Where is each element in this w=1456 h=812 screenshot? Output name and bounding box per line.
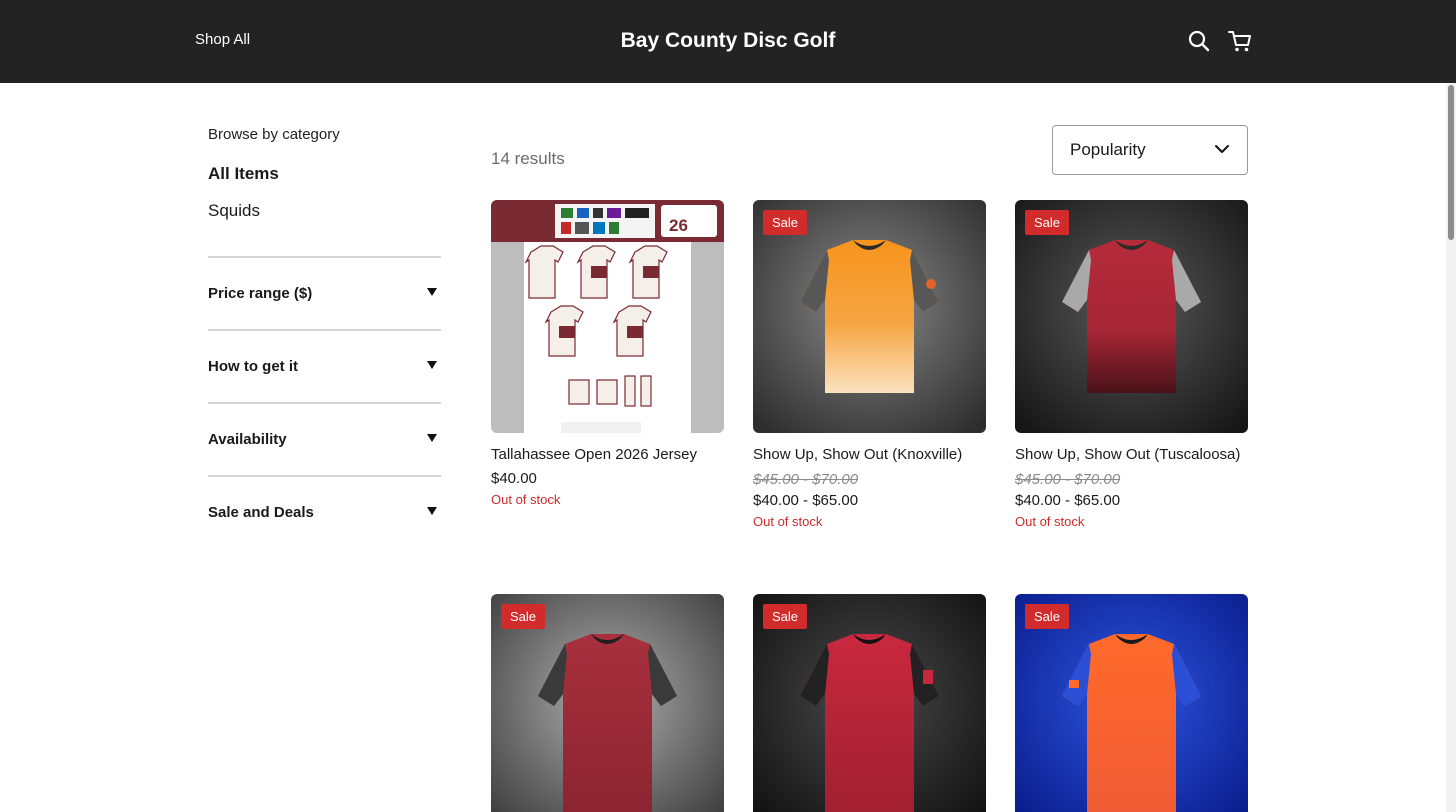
- original-price: $45.00 - $70.00: [753, 471, 859, 488]
- caret-down-icon: [427, 360, 437, 369]
- filter-availability[interactable]: Availability: [208, 402, 441, 475]
- product-image[interactable]: Sale: [491, 594, 724, 812]
- results-count: 14 results: [491, 149, 565, 168]
- caret-down-icon: [427, 433, 437, 442]
- product-card[interactable]: Sale: [491, 594, 724, 812]
- caret-down-icon: [427, 506, 437, 515]
- sort-dropdown[interactable]: Popularity: [1052, 125, 1248, 175]
- filter-how-to-get-it[interactable]: How to get it: [208, 329, 441, 402]
- category-squids[interactable]: Squids: [208, 201, 441, 221]
- stock-status: Out of stock: [1015, 514, 1085, 529]
- search-icon[interactable]: [1186, 28, 1212, 54]
- stock-status: Out of stock: [491, 492, 561, 507]
- sale-badge: Sale: [1025, 210, 1070, 235]
- stock-status: Out of stock: [753, 514, 823, 529]
- product-name[interactable]: Show Up, Show Out (Knoxville): [753, 446, 986, 463]
- cart-icon[interactable]: [1227, 28, 1253, 54]
- product-name[interactable]: Tallahassee Open 2026 Jersey: [491, 446, 724, 463]
- chevron-down-icon: [1214, 141, 1230, 159]
- product-card[interactable]: Sale: [753, 594, 986, 812]
- sale-badge: Sale: [763, 604, 808, 629]
- product-card[interactable]: Sale Show Up, Show Out (Knoxville) $45.0…: [753, 200, 986, 529]
- product-image[interactable]: Sale: [1015, 594, 1248, 812]
- product-name[interactable]: Show Up, Show Out (Tuscaloosa): [1015, 446, 1248, 463]
- category-all-items[interactable]: All Items: [208, 164, 441, 184]
- sort-selected-value: Popularity: [1070, 140, 1146, 159]
- filter-label: Availability: [208, 431, 287, 448]
- scrollbar-thumb[interactable]: [1448, 85, 1454, 240]
- product-price: $40.00: [491, 470, 537, 487]
- filter-label: Sale and Deals: [208, 504, 314, 521]
- filter-price-range[interactable]: Price range ($): [208, 256, 441, 329]
- product-price: $40.00 - $65.00: [1015, 492, 1121, 509]
- page-scrollbar[interactable]: [1446, 83, 1456, 812]
- svg-text:26: 26: [669, 216, 688, 235]
- filter-label: How to get it: [208, 358, 298, 375]
- filter-list: Price range ($) How to get it Availabili…: [208, 256, 441, 548]
- filter-sale-and-deals[interactable]: Sale and Deals: [208, 475, 441, 548]
- product-image[interactable]: Sale: [753, 594, 986, 812]
- browse-by-category-label: Browse by category: [208, 126, 340, 143]
- product-card[interactable]: Sale: [1015, 594, 1248, 812]
- product-card[interactable]: Sale Show Up, Show Out (Tuscaloosa) $45.…: [1015, 200, 1248, 529]
- sale-badge: Sale: [501, 604, 546, 629]
- site-header: Shop All Bay County Disc Golf: [0, 0, 1456, 83]
- sale-badge: Sale: [1025, 604, 1070, 629]
- product-card[interactable]: 26 Tallahassee Open 2026 Jersey $40.00 O…: [491, 200, 724, 507]
- category-sidebar: Browse by category All Items Squids Pric…: [208, 126, 441, 548]
- product-image[interactable]: Sale: [753, 200, 986, 433]
- product-image[interactable]: 26: [491, 200, 724, 433]
- original-price: $45.00 - $70.00: [1015, 471, 1121, 488]
- filter-label: Price range ($): [208, 285, 313, 302]
- product-image[interactable]: Sale: [1015, 200, 1248, 433]
- sale-badge: Sale: [763, 210, 808, 235]
- product-price: $40.00 - $65.00: [753, 492, 859, 509]
- caret-down-icon: [427, 287, 437, 296]
